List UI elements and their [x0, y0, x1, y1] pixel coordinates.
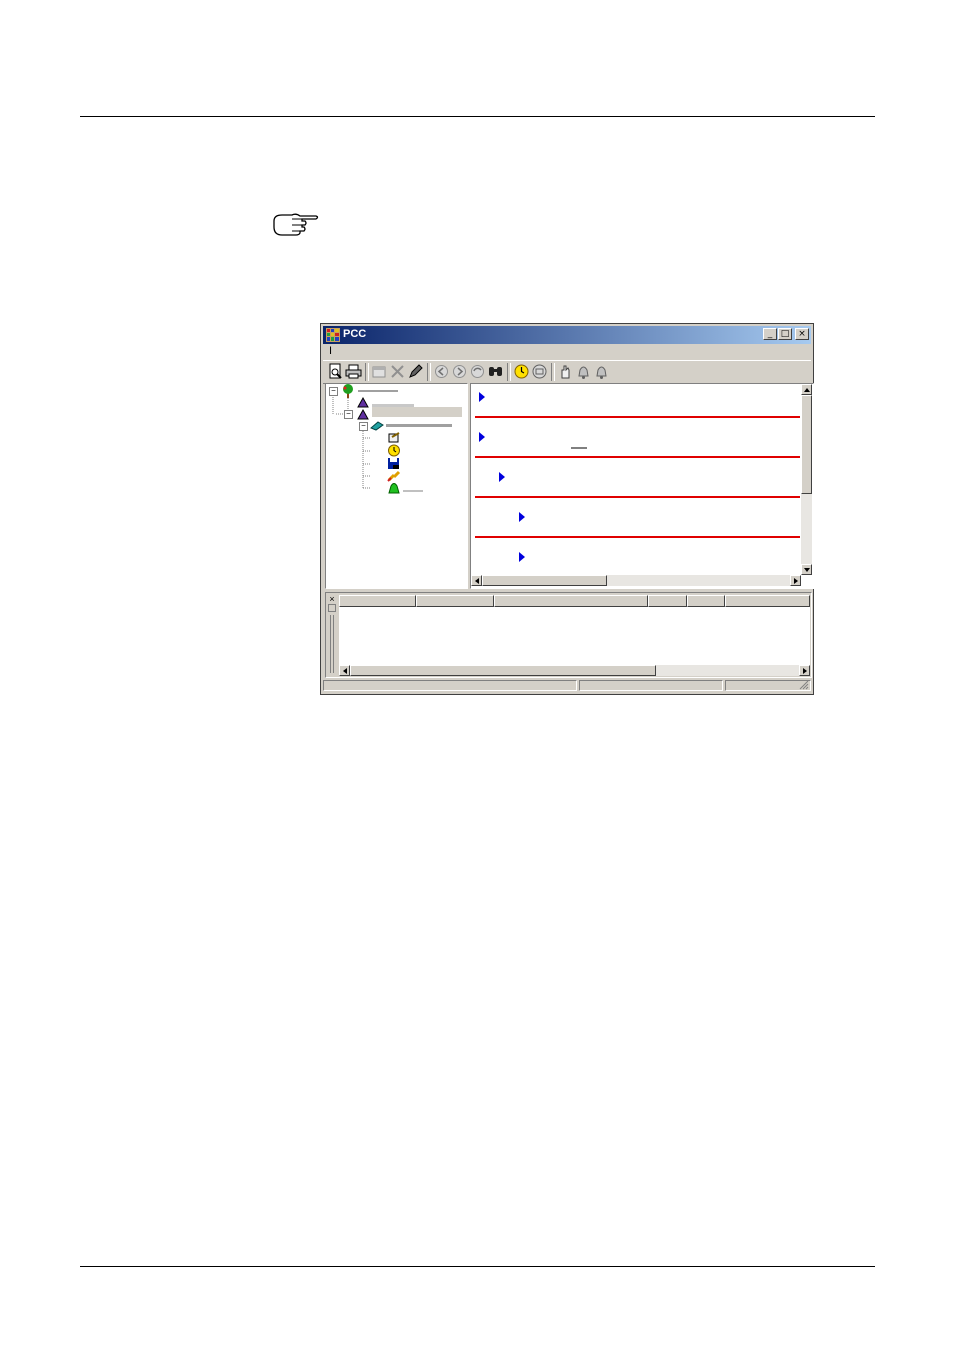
clock-icon[interactable]	[513, 363, 530, 380]
bullet-arrow-icon	[499, 472, 505, 482]
collapse-toggle[interactable]: −	[344, 410, 353, 419]
divider-line	[475, 416, 800, 418]
back-icon[interactable]	[433, 363, 450, 380]
scroll-left-button[interactable]	[471, 575, 482, 586]
output-pin-button[interactable]	[328, 604, 336, 612]
connect-icon[interactable]	[531, 363, 548, 380]
column-header[interactable]	[648, 595, 687, 607]
column-header[interactable]	[494, 595, 648, 607]
output-dock-bar: ×	[326, 593, 338, 677]
output-list[interactable]	[339, 595, 810, 676]
device-icon[interactable]	[356, 409, 370, 421]
scroll-down-button[interactable]	[801, 564, 812, 575]
window-title: PCC	[343, 328, 367, 340]
link-icon[interactable]	[387, 470, 401, 482]
output-horizontal-scroll-thumb[interactable]	[350, 665, 656, 676]
close-button[interactable]: ×	[795, 328, 809, 340]
schedule-icon[interactable]	[387, 432, 401, 444]
bullet-arrow-icon	[479, 432, 485, 442]
dock-grip	[333, 615, 334, 673]
tree-item-selected[interactable]	[372, 407, 462, 417]
toolbar-separator	[365, 363, 369, 381]
divider-line	[475, 496, 800, 498]
minimize-button[interactable]: _	[763, 328, 777, 340]
column-header[interactable]	[416, 595, 494, 607]
edit-icon[interactable]	[407, 363, 424, 380]
status-cell	[579, 680, 723, 691]
page-footer-rule	[80, 1266, 875, 1267]
output-scroll-left-button[interactable]	[339, 665, 350, 676]
toolbar	[323, 360, 811, 384]
toolbar-separator	[551, 363, 555, 381]
tree-view[interactable]: − − −	[325, 383, 468, 589]
tree-label-root[interactable]	[358, 390, 398, 392]
menu-item[interactable]: I	[329, 345, 332, 357]
column-header[interactable]	[725, 595, 810, 607]
resize-grip-icon[interactable]	[799, 680, 809, 690]
binoculars-icon[interactable]	[487, 363, 504, 380]
maximize-button[interactable]: □	[778, 328, 792, 340]
clock-icon[interactable]	[387, 444, 401, 457]
page-header-rule	[80, 116, 875, 117]
horizontal-scroll-thumb[interactable]	[482, 575, 607, 586]
output-pane: ×	[325, 592, 812, 678]
toolbar-separator	[427, 363, 431, 381]
bullet-arrow-icon	[519, 512, 525, 522]
bullet-arrow-icon	[479, 392, 485, 402]
column-header[interactable]	[339, 595, 416, 607]
bell-icon[interactable]	[593, 363, 610, 380]
scroll-up-button[interactable]	[801, 384, 812, 395]
hand-icon[interactable]	[557, 363, 574, 380]
print-preview-icon[interactable]	[327, 363, 344, 380]
menu-bar: I	[323, 345, 811, 359]
tree-label-alarm[interactable]	[403, 490, 423, 492]
scroll-right-button[interactable]	[790, 575, 801, 586]
refresh-icon[interactable]	[469, 363, 486, 380]
pointing-hand-icon	[273, 213, 319, 236]
title-bar[interactable]: PCC _ □ ×	[323, 326, 811, 344]
collapse-toggle[interactable]: −	[359, 422, 368, 431]
content-pane[interactable]	[470, 383, 814, 589]
column-header[interactable]	[687, 595, 725, 607]
status-bar	[323, 680, 811, 692]
divider-line	[475, 536, 800, 538]
collapse-toggle[interactable]: −	[329, 387, 338, 396]
output-scroll-right-button[interactable]	[799, 665, 810, 676]
app-icon	[326, 328, 340, 342]
dock-grip	[330, 615, 331, 673]
content-text-fragment	[571, 447, 587, 449]
vertical-scroll-thumb[interactable]	[801, 395, 812, 494]
alarm-icon[interactable]	[387, 482, 401, 494]
divider-line	[475, 456, 800, 458]
pcc-window: PCC _ □ × I − − − ×	[320, 323, 814, 695]
output-close-button[interactable]: ×	[328, 595, 336, 604]
controller-icon[interactable]	[370, 421, 384, 431]
tree-label-controller[interactable]	[386, 424, 452, 427]
bullet-arrow-icon	[519, 552, 525, 562]
delete-icon[interactable]	[389, 363, 406, 380]
toolbar-separator	[507, 363, 511, 381]
tree-root-icon[interactable]	[340, 384, 356, 398]
alarm-bell-icon[interactable]	[575, 363, 592, 380]
save-icon[interactable]	[387, 457, 401, 470]
print-icon[interactable]	[345, 363, 362, 380]
status-cell	[323, 680, 577, 691]
properties-icon[interactable]	[371, 363, 388, 380]
device-icon[interactable]	[356, 397, 370, 409]
forward-icon[interactable]	[451, 363, 468, 380]
